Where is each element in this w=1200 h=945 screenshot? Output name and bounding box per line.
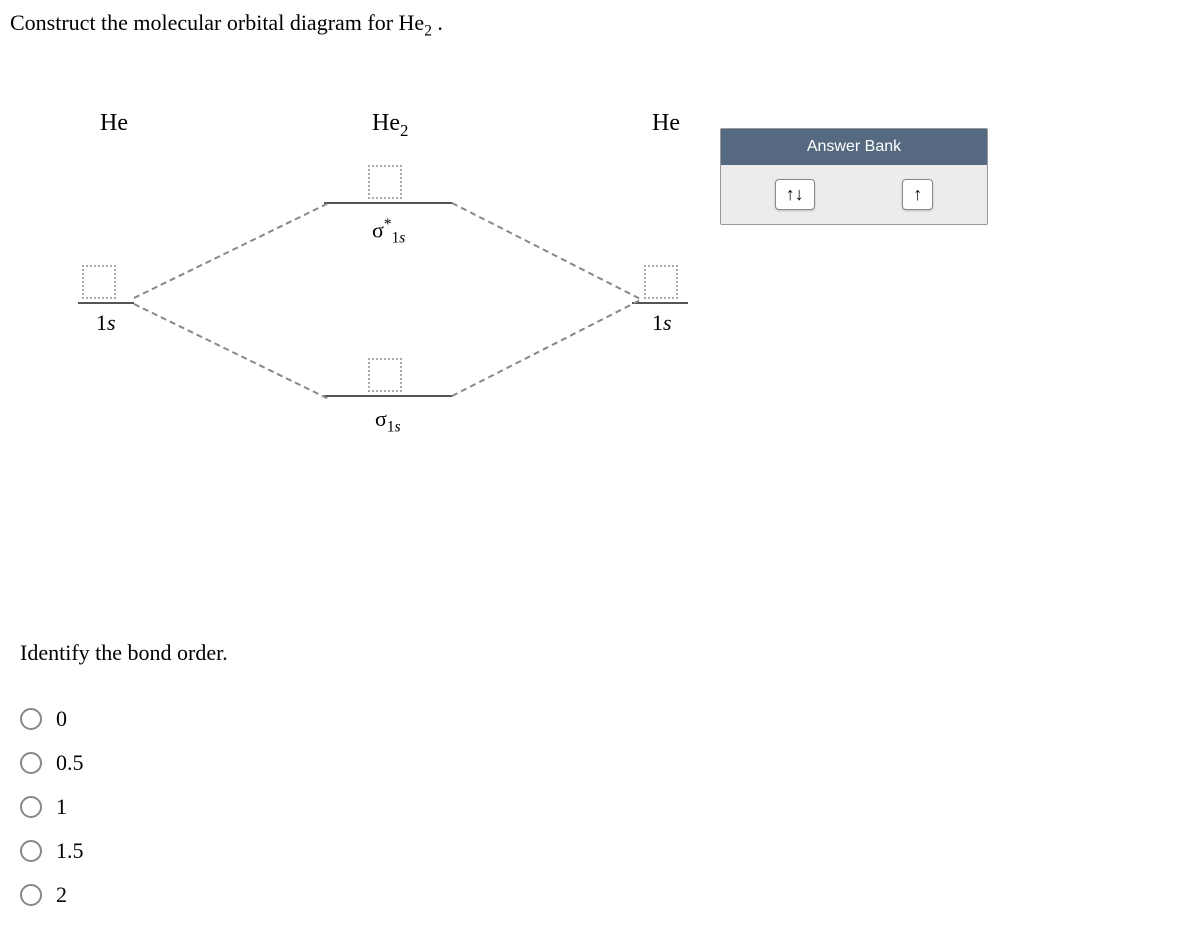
question-molecule: He — [399, 10, 425, 35]
radio-label: 1 — [56, 794, 67, 820]
radio-option-0[interactable]: 0 — [20, 706, 228, 732]
sigma-level — [324, 395, 452, 397]
radio-circle — [20, 796, 42, 818]
question-molecule-sub: 2 — [424, 22, 432, 39]
sigma-star-label: σ*1s — [372, 216, 405, 248]
radio-option-1.5[interactable]: 1.5 — [20, 838, 228, 864]
left-1s-label: 1s — [96, 310, 116, 336]
right-1s-level — [632, 302, 688, 304]
center-molecule-sub: 2 — [400, 121, 408, 140]
radio-circle — [20, 752, 42, 774]
left-1s-level — [78, 302, 134, 304]
right-1s-label: 1s — [652, 310, 672, 336]
right-atom-label: He — [652, 110, 680, 137]
radio-option-2[interactable]: 2 — [20, 882, 228, 908]
answer-bank-body: ↑↓ ↑ — [721, 165, 987, 224]
radio-option-0.5[interactable]: 0.5 — [20, 750, 228, 776]
sigma-dropzone[interactable] — [368, 358, 402, 392]
radio-label: 1.5 — [56, 838, 84, 864]
radio-circle — [20, 708, 42, 730]
right-1s-dropzone[interactable] — [644, 265, 678, 299]
radio-label: 2 — [56, 882, 67, 908]
bond-order-section: Identify the bond order. 0 0.5 1 1.5 2 — [20, 640, 228, 926]
sigma-star-level — [324, 202, 452, 204]
center-molecule-base: He — [372, 110, 400, 136]
dash-left-down — [134, 303, 328, 399]
center-molecule-label: He2 — [372, 110, 408, 141]
answer-tile-up[interactable]: ↑ — [902, 179, 933, 210]
question-prefix: Construct the molecular orbital diagram … — [10, 10, 399, 35]
answer-tile-updown[interactable]: ↑↓ — [775, 179, 815, 210]
dash-left-up — [134, 203, 328, 299]
sigma-label: σ1s — [375, 406, 401, 436]
left-1s-dropzone[interactable] — [82, 265, 116, 299]
mo-diagram: He He2 He 1s 1s σ*1s σ1s — [60, 90, 780, 510]
radio-option-1[interactable]: 1 — [20, 794, 228, 820]
bond-order-title: Identify the bond order. — [20, 640, 228, 666]
question-text: Construct the molecular orbital diagram … — [10, 10, 1190, 40]
radio-circle — [20, 840, 42, 862]
answer-bank-title: Answer Bank — [721, 129, 987, 165]
sigma-star-dropzone[interactable] — [368, 165, 402, 199]
left-atom-label: He — [100, 110, 128, 137]
radio-label: 0 — [56, 706, 67, 732]
radio-label: 0.5 — [56, 750, 84, 776]
question-suffix: . — [432, 10, 443, 35]
radio-circle — [20, 884, 42, 906]
dash-right-up — [452, 202, 640, 299]
answer-bank: Answer Bank ↑↓ ↑ — [720, 128, 988, 225]
dash-right-down — [452, 300, 640, 397]
